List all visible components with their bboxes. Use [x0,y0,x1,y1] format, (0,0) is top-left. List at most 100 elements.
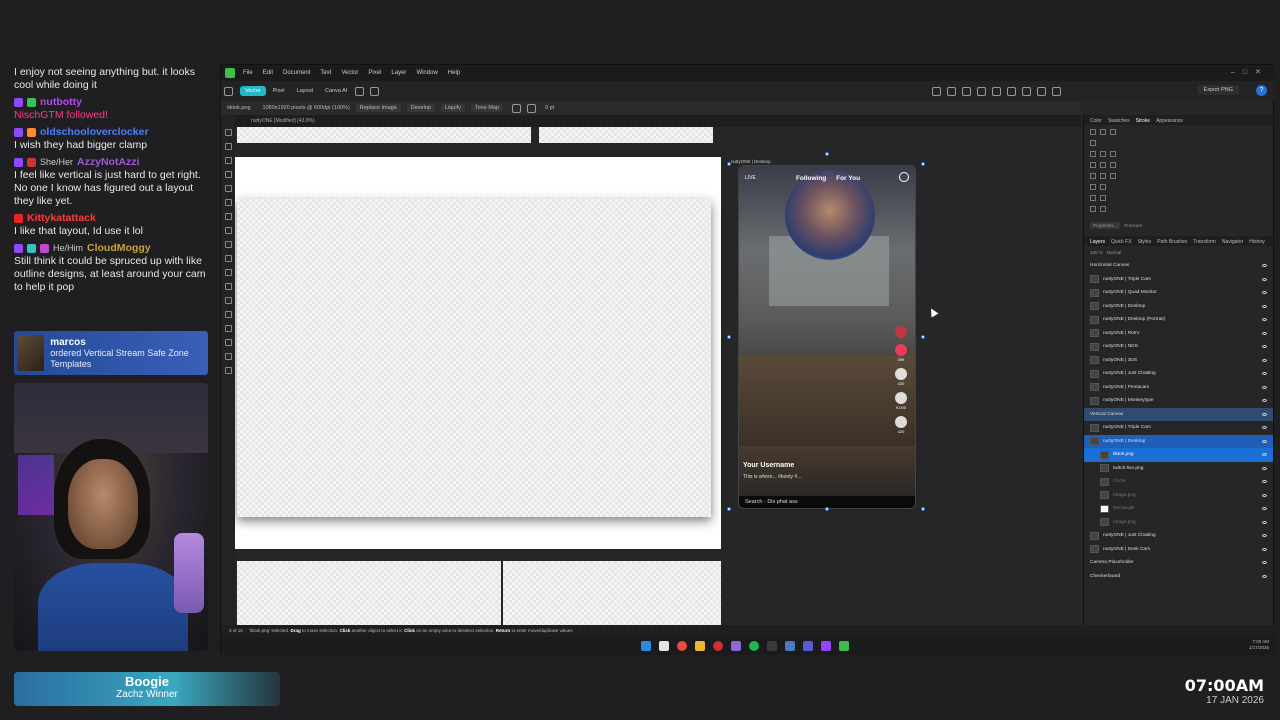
twitch-icon[interactable] [821,641,831,651]
align-icon[interactable] [947,86,957,96]
menu-file[interactable]: File [243,70,253,76]
layer-row[interactable]: nuttyONE | Pentacam [1084,381,1273,395]
eye-icon[interactable] [1262,426,1267,430]
artboard-preview[interactable] [237,561,501,625]
persona-layout[interactable]: Layout [292,86,319,96]
layer-row[interactable]: nuttyONE | Just Chatting [1084,367,1273,381]
page-indicator[interactable]: 3 of 16 [229,628,243,633]
layer-row[interactable]: Vertical Canvas [1084,407,1273,421]
layer-row[interactable]: nuttyONE | 3DS [1084,354,1273,368]
eye-icon[interactable] [1262,547,1267,551]
snapping-icon[interactable] [1052,86,1062,96]
menu-edit[interactable]: Edit [263,70,273,76]
layer-row[interactable]: Checkerboard [1084,570,1273,584]
table-tool-icon[interactable] [224,283,232,290]
eye-icon[interactable] [1262,493,1267,497]
tab-swatches[interactable]: Swatches [1108,118,1130,124]
tab-navigator[interactable]: Navigator [1222,239,1243,245]
layer-row[interactable]: nuttyONE | NDS [1084,340,1273,354]
folder-icon[interactable] [695,641,705,651]
eye-icon[interactable] [1262,372,1267,376]
export-png-button[interactable]: Export PNG [1197,85,1239,95]
window-controls[interactable]: –□✕ [1231,68,1269,76]
selection-handle[interactable] [921,162,925,166]
develop-button[interactable]: Develop [406,104,435,112]
stroke-swatch-icon[interactable] [527,103,537,113]
boolean-icon[interactable] [962,86,972,96]
brush-tool-icon[interactable] [224,213,232,220]
tab-quick-fx[interactable]: Quick FX [1111,239,1132,245]
menu-help[interactable]: Help [448,70,460,76]
app-icon[interactable] [803,641,813,651]
layer-row[interactable]: Image.png [1084,489,1273,503]
windows-start-icon[interactable] [641,641,651,651]
layer-row[interactable]: nuttyONE | Desktop [1084,434,1273,448]
flip-icon[interactable] [992,86,1002,96]
selection-handle[interactable] [921,335,925,339]
help-icon[interactable]: ? [1256,85,1267,96]
layer-row[interactable]: nuttyONE | Just Chatting [1084,529,1273,543]
transform-icon[interactable] [977,86,987,96]
move-tool-icon[interactable] [224,129,232,136]
snap-icon[interactable] [355,86,365,96]
insert-icon[interactable] [1022,86,1032,96]
eye-icon[interactable] [1262,412,1267,416]
selection-handle[interactable] [921,507,925,511]
app-icon[interactable] [731,641,741,651]
liquify-button[interactable]: Liquify [440,104,465,112]
document-tab[interactable]: nuttyONE [Modified] (43.9%) [221,115,1081,127]
menu-text[interactable]: Text [320,70,331,76]
eye-icon[interactable] [1262,466,1267,470]
tab-transform[interactable]: Transform [1193,239,1216,245]
picture-frame-tool-icon[interactable] [224,297,232,304]
tab-layers[interactable]: Layers [1090,239,1105,245]
pencil-tool-icon[interactable] [224,199,232,206]
eye-icon[interactable] [1262,574,1267,578]
layer-row[interactable]: Horizontal Canvas [1084,259,1273,273]
persona-canva-ai[interactable]: Canva AI [320,86,352,96]
eye-icon[interactable] [1262,439,1267,443]
app-icon[interactable] [785,641,795,651]
layer-row-selected[interactable]: tiktok.png [1084,448,1273,462]
selection-handle[interactable] [727,507,731,511]
eye-icon[interactable] [1262,507,1267,511]
eye-icon[interactable] [1262,561,1267,565]
layer-row[interactable]: nuttyONE | Triple Cam [1084,421,1273,435]
layer-row[interactable]: Camera Placeholder [1084,556,1273,570]
stroke-width[interactable]: 0 pt [545,105,554,111]
zoom-tool-icon[interactable] [224,367,232,374]
spotify-icon[interactable] [749,641,759,651]
tab-color[interactable]: Color [1090,118,1102,124]
layer-row[interactable]: nuttyONE | Monkeytype [1084,394,1273,408]
app-menu-icon[interactable] [224,86,233,96]
eye-icon[interactable] [1262,385,1267,389]
text-tool-icon[interactable] [224,255,232,262]
tab-styles[interactable]: Styles [1138,239,1152,245]
frame-text-tool-icon[interactable] [224,269,232,276]
shape-tool-icon[interactable] [224,241,232,248]
fill-tool-icon[interactable] [224,227,232,234]
eye-icon[interactable] [1262,534,1267,538]
eye-icon[interactable] [1262,277,1267,281]
layer-row[interactable]: nuttyONE | Retro [1084,327,1273,341]
layer-row[interactable]: nuttyONE | Desktop (Portrait) [1084,313,1273,327]
view-mode-icon[interactable] [370,86,380,96]
menu-vector[interactable]: Vector [341,70,358,76]
artboard-tool-icon[interactable] [224,157,232,164]
pen-tool-icon[interactable] [224,185,232,192]
tab-path-brushes[interactable]: Path Brushes [1157,239,1187,245]
eye-icon[interactable] [1262,304,1267,308]
layer-row[interactable]: nuttyONE | Desktop [1084,300,1273,314]
replace-image-button[interactable]: Replace Image [355,104,401,112]
menu-pixel[interactable]: Pixel [368,70,381,76]
selection-handle[interactable] [727,335,731,339]
hand-tool-icon[interactable] [224,353,232,360]
eye-icon[interactable] [1262,520,1267,524]
arrange-icon[interactable] [932,86,942,96]
tab-stroke[interactable]: Stroke [1136,118,1150,124]
selection-handle[interactable] [825,507,829,511]
menu-layer[interactable]: Layer [391,70,406,76]
chrome-icon[interactable] [677,641,687,651]
checkerboard-panel[interactable] [237,199,711,517]
artboard-preview[interactable] [503,561,721,625]
